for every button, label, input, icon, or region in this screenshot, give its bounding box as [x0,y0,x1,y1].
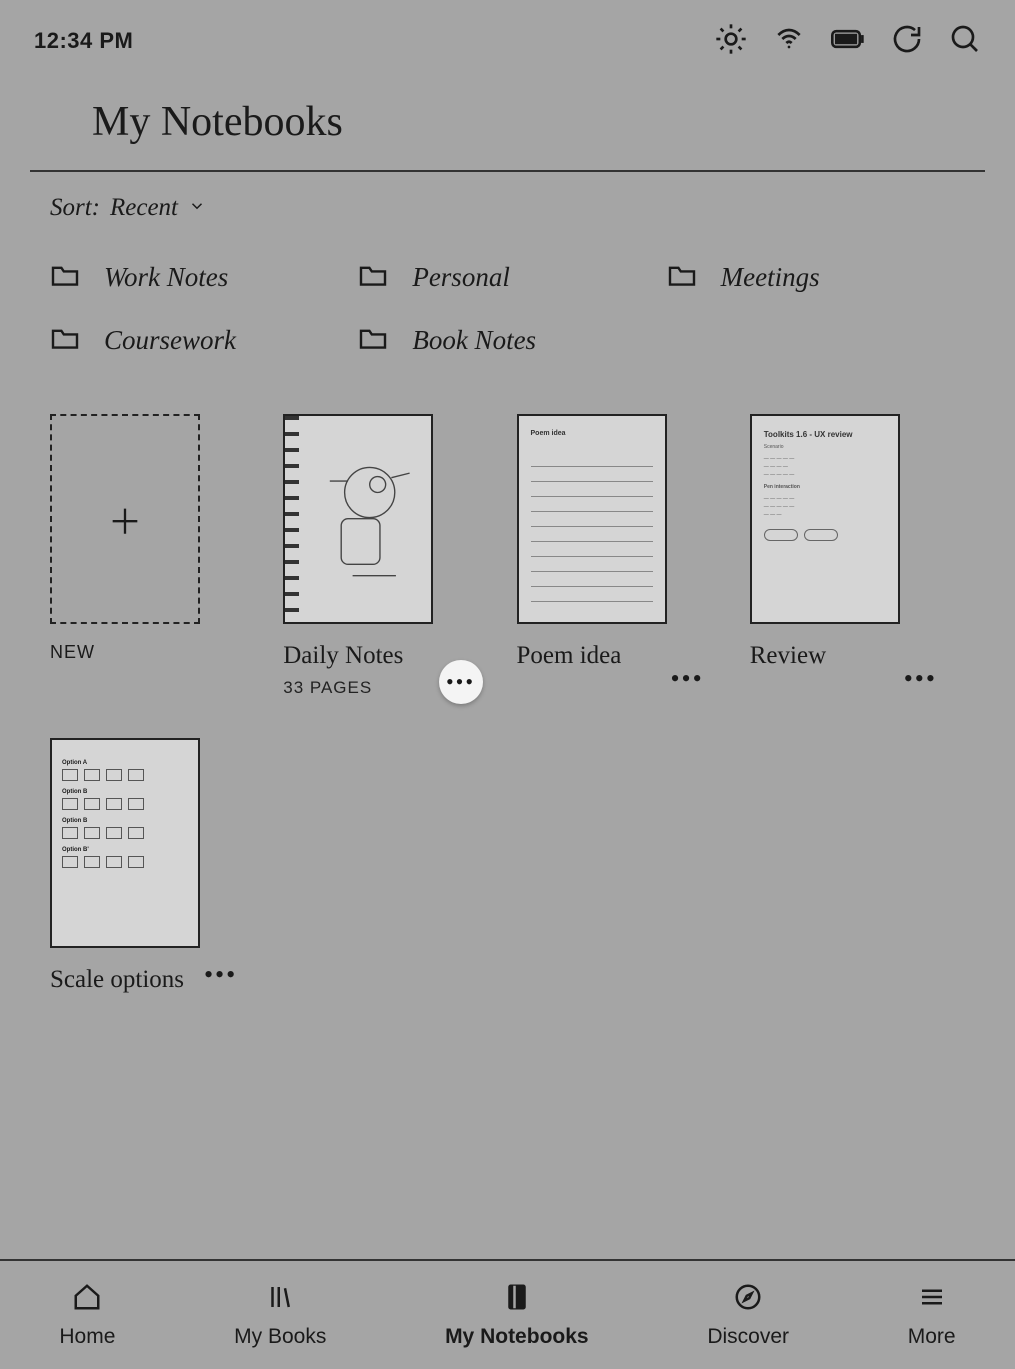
thumb-option-label: Option B [62,789,188,795]
thumb-option-label: Option B' [62,847,188,853]
folder-icon [50,263,80,292]
folder-work-notes[interactable]: Work Notes [50,262,348,293]
thumb-bubbles [752,519,898,541]
search-icon[interactable] [949,23,981,60]
new-notebook-label: NEW [50,642,265,663]
thumb-text: — — — — —— — — — —— — — [752,491,898,519]
thumb-boxes: Option A Option B Option B Option B' [52,740,198,880]
status-icon-tray [715,23,981,60]
thumb-header: Toolkits 1.6 - UX review [752,416,898,439]
new-notebook-thumb[interactable]: ＋ [50,414,200,624]
folder-label: Work Notes [104,262,228,293]
thumb-section: Pen interaction [752,479,898,491]
home-icon [72,1282,102,1317]
nav-more[interactable]: More [908,1282,956,1349]
notebook-thumb[interactable]: Poem idea [517,414,667,624]
thumb-section: Scenario [752,439,898,451]
folder-label: Meetings [721,262,820,293]
notebook-daily-notes[interactable]: Daily Notes 33 PAGES ••• [283,414,498,698]
folder-icon [358,263,388,292]
folder-meetings[interactable]: Meetings [667,262,965,293]
notebook-review[interactable]: Toolkits 1.6 - UX review Scenario — — — … [750,414,965,698]
chevron-down-icon [188,194,206,222]
lined-paper-icon [531,452,653,610]
folder-personal[interactable]: Personal [358,262,656,293]
new-notebook-tile[interactable]: ＋ NEW [50,414,265,698]
folder-coursework[interactable]: Coursework [50,325,348,356]
sync-icon[interactable] [891,23,923,60]
thumb-option-label: Option A [62,760,188,766]
folder-icon [50,326,80,355]
more-options-button[interactable]: ••• [439,660,483,704]
sort-prefix: Sort: [50,194,100,222]
page-title: My Notebooks [30,60,985,172]
compass-icon [733,1282,763,1317]
sort-value: Recent [110,194,178,222]
nav-label: Home [59,1325,115,1349]
nav-discover[interactable]: Discover [707,1282,789,1349]
battery-icon[interactable] [831,29,865,54]
folder-label: Coursework [104,325,236,356]
nav-label: Discover [707,1325,789,1349]
folder-icon [358,326,388,355]
notebook-thumb[interactable]: Toolkits 1.6 - UX review Scenario — — — … [750,414,900,624]
notebook-poem-idea[interactable]: Poem idea Poem idea ••• [517,414,732,698]
sketch-preview [307,440,421,602]
notebook-scale-options[interactable]: Option A Option B Option B Option B' Sca… [50,738,265,994]
books-icon [265,1282,295,1317]
more-options-button[interactable]: ••• [204,960,237,990]
nav-label: More [908,1325,956,1349]
more-options-button[interactable]: ••• [904,664,937,694]
notebook-thumb[interactable] [283,414,433,624]
nav-my-notebooks[interactable]: My Notebooks [445,1282,589,1349]
folder-label: Book Notes [412,325,536,356]
folder-label: Personal [412,262,510,293]
spiral-binding-icon [285,416,299,622]
notebook-thumb[interactable]: Option A Option B Option B Option B' [50,738,200,948]
thumb-text: — — — — —— — — —— — — — — [752,451,898,479]
bottom-nav: Home My Books My Notebooks Discover More [0,1259,1015,1369]
wifi-icon[interactable] [773,23,805,60]
menu-icon [917,1282,947,1317]
plus-icon: ＋ [108,495,142,544]
more-options-button[interactable]: ••• [670,664,703,694]
nav-home[interactable]: Home [59,1282,115,1349]
folder-icon [667,263,697,292]
status-time: 12:34 PM [34,28,133,54]
folder-book-notes[interactable]: Book Notes [358,325,656,356]
thumb-option-label: Option B [62,818,188,824]
sort-dropdown[interactable]: Sort: Recent [0,172,1015,222]
thumb-header: Poem idea [519,416,665,437]
notebooks-grid: ＋ NEW Daily Notes 33 PAGES ••• Poem idea… [0,356,1015,994]
nav-my-books[interactable]: My Books [234,1282,326,1349]
brightness-icon[interactable] [715,23,747,60]
nav-label: My Notebooks [445,1325,589,1349]
notebooks-icon [502,1282,532,1317]
status-bar: 12:34 PM [0,0,1015,60]
folders-grid: Work Notes Personal Meetings Coursework … [0,222,1015,356]
nav-label: My Books [234,1325,326,1349]
